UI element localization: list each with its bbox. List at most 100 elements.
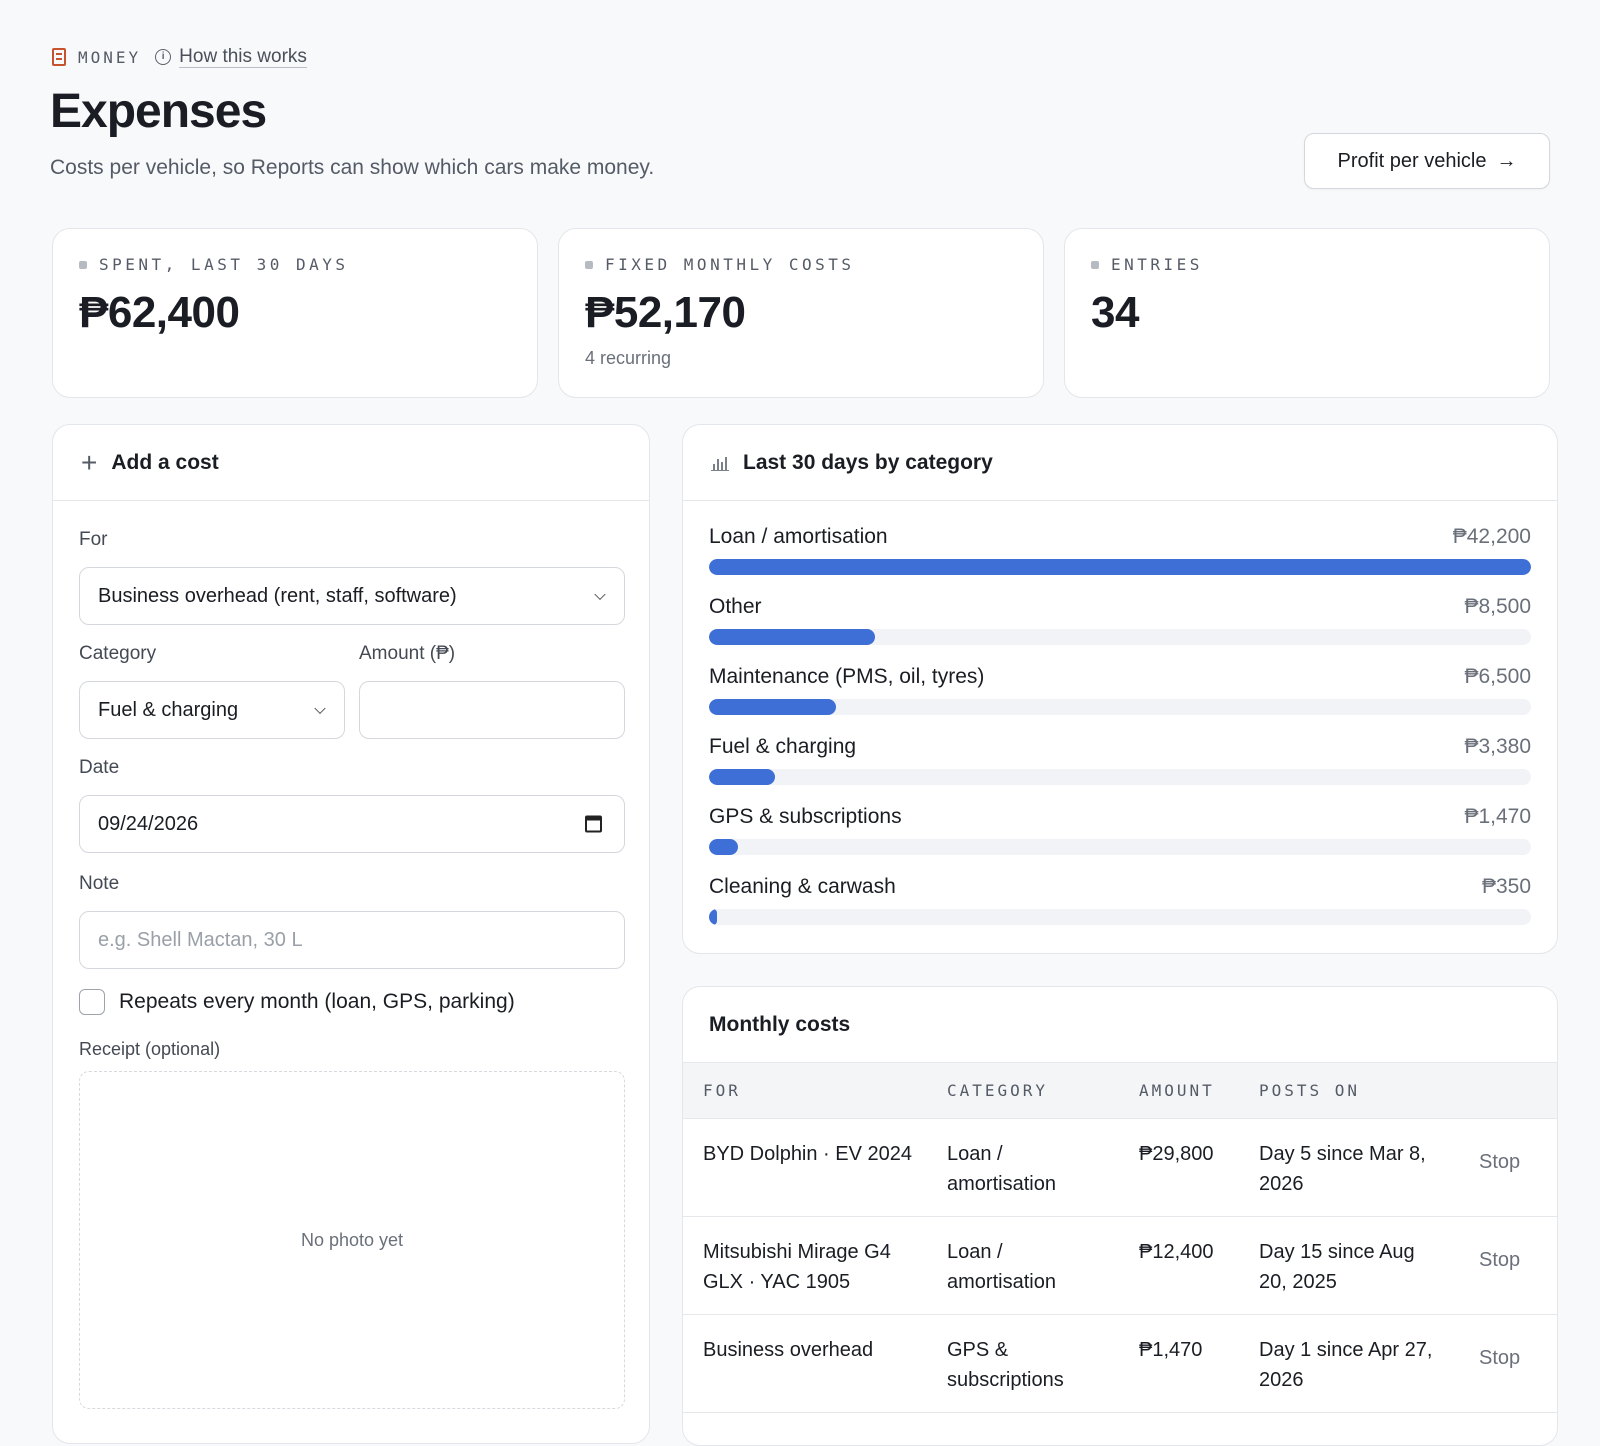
category-bar-row: Fuel & charging ₱3,380	[709, 735, 1531, 785]
note-input[interactable]: e.g. Shell Mactan, 30 L	[79, 911, 625, 969]
category-bar-row: GPS & subscriptions ₱1,470	[709, 805, 1531, 855]
stop-button[interactable]: Stop	[1479, 1147, 1520, 1177]
category-bar	[709, 909, 718, 925]
category-bar-row: Loan / amortisation ₱42,200	[709, 525, 1531, 575]
column-header: AMOUNT	[1139, 1081, 1215, 1100]
stop-button[interactable]: Stop	[1479, 1343, 1520, 1373]
category-name: Other	[709, 595, 762, 618]
cell-amount: ₱1,470	[1139, 1339, 1203, 1361]
receipt-empty-text: No photo yet	[300, 1229, 404, 1250]
category-bar-track	[709, 559, 1531, 575]
note-placeholder: e.g. Shell Mactan, 30 L	[98, 928, 303, 951]
cell-posts-on: Day 1 since Apr 27, 2026	[1259, 1339, 1433, 1391]
arrow-right-icon: →	[1496, 149, 1517, 172]
receipt-label: Receipt (optional)	[79, 1039, 221, 1059]
category-name: Cleaning & carwash	[709, 875, 896, 898]
category-bar-row: Maintenance (PMS, oil, tyres) ₱6,500	[709, 665, 1531, 715]
category-bar-track	[709, 909, 1531, 925]
stat-label: FIXED MONTHLY COSTS	[605, 255, 855, 274]
category-bar	[709, 629, 875, 645]
category-bar-track	[709, 839, 1531, 855]
category-bar-track	[709, 769, 1531, 785]
category-name: GPS & subscriptions	[709, 805, 902, 828]
cell-for: Mitsubishi Mirage G4 GLX · YAC 1905	[703, 1241, 891, 1293]
amount-input[interactable]	[359, 681, 625, 739]
category-amount: ₱8,500	[1464, 595, 1531, 618]
info-icon: i	[155, 49, 172, 65]
category-amount: ₱1,470	[1464, 805, 1531, 828]
cell-category: Loan / amortisation	[947, 1241, 1056, 1293]
category-breakdown-card: Last 30 days by category Loan / amortisa…	[682, 424, 1558, 954]
category-amount: ₱350	[1481, 875, 1531, 898]
add-cost-header: + Add a cost	[53, 425, 649, 501]
category-amount: ₱3,380	[1464, 735, 1531, 758]
help-link-label[interactable]: How this works	[179, 46, 307, 68]
note-label: Note	[79, 873, 120, 894]
category-bar-track	[709, 629, 1531, 645]
stat-value: ₱52,170	[585, 288, 746, 337]
stop-button[interactable]: Stop	[1479, 1245, 1520, 1275]
stat-card-spent: SPENT, LAST 30 DAYS ₱62,400	[52, 228, 538, 398]
receipt-dropzone[interactable]: No photo yet	[79, 1071, 625, 1409]
stat-value: ₱62,400	[79, 288, 240, 337]
stat-card-entries: ENTRIES 34	[1064, 228, 1550, 398]
column-header: CATEGORY	[947, 1081, 1049, 1100]
for-select[interactable]: Business overhead (rent, staff, software…	[79, 567, 625, 625]
cell-category: Loan / amortisation	[947, 1143, 1056, 1195]
profit-button-label: Profit per vehicle	[1337, 149, 1487, 172]
chevron-down-icon	[314, 702, 326, 715]
category-breakdown-title: Last 30 days by category	[743, 450, 993, 474]
category-bar-track	[709, 699, 1531, 715]
category-select[interactable]: Fuel & charging	[79, 681, 345, 739]
breadcrumb: MONEY i How this works	[52, 46, 307, 68]
category-bar-row: Other ₱8,500	[709, 595, 1531, 645]
for-label: For	[79, 529, 108, 550]
repeat-monthly-row[interactable]: Repeats every month (loan, GPS, parking)	[79, 989, 515, 1015]
stat-card-fixed: FIXED MONTHLY COSTS ₱52,170 4 recurring	[558, 228, 1044, 398]
calendar-icon[interactable]	[585, 815, 602, 833]
help-link[interactable]: i How this works	[155, 46, 307, 68]
category-amount: ₱6,500	[1464, 665, 1531, 688]
add-cost-title: Add a cost	[111, 450, 219, 474]
page-title: Expenses	[50, 85, 267, 138]
for-select-value: Business overhead (rent, staff, software…	[98, 584, 457, 607]
cell-for: Business overhead	[703, 1339, 874, 1361]
chevron-down-icon	[594, 588, 606, 601]
repeat-monthly-label[interactable]: Repeats every month (loan, GPS, parking)	[119, 990, 515, 1014]
category-bar-row: Cleaning & carwash ₱350	[709, 875, 1531, 925]
stat-value: 34	[1091, 288, 1139, 337]
category-breakdown-header: Last 30 days by category	[683, 425, 1557, 501]
cell-posts-on: Day 5 since Mar 8, 2026	[1259, 1143, 1426, 1195]
category-name: Loan / amortisation	[709, 525, 888, 548]
table-header: FOR CATEGORY AMOUNT POSTS ON	[683, 1063, 1557, 1119]
stat-label: SPENT, LAST 30 DAYS	[99, 255, 349, 274]
bar-chart-icon	[711, 455, 729, 471]
category-name: Fuel & charging	[709, 735, 857, 758]
profit-per-vehicle-button[interactable]: Profit per vehicle →	[1304, 133, 1550, 189]
monthly-costs-card: Monthly costs FOR CATEGORY AMOUNT POSTS …	[682, 986, 1558, 1446]
repeat-monthly-checkbox[interactable]	[79, 989, 105, 1015]
category-bar	[709, 839, 738, 855]
stat-label: ENTRIES	[1111, 255, 1203, 274]
table-row: Business overhead GPS & subscriptions ₱1…	[683, 1315, 1557, 1413]
stat-sub: 4 recurring	[585, 348, 672, 368]
column-header: FOR	[703, 1081, 741, 1100]
cell-posts-on: Day 15 since Aug 20, 2025	[1259, 1241, 1415, 1293]
category-bar	[709, 559, 1531, 575]
cell-amount: ₱12,400	[1139, 1241, 1214, 1263]
table-row: Mitsubishi Mirage G4 GLX · YAC 1905 Loan…	[683, 1217, 1557, 1315]
dot-icon	[1091, 260, 1099, 269]
plus-icon: +	[81, 446, 98, 478]
table-row: BYD Dolphin · EV 2024 Loan / amortisatio…	[683, 1119, 1557, 1217]
section-label: MONEY	[52, 48, 141, 67]
receipt-icon	[52, 48, 66, 66]
category-label: Category	[79, 643, 157, 664]
cell-category: GPS & subscriptions	[947, 1339, 1064, 1391]
cell-amount: ₱29,800	[1139, 1143, 1214, 1165]
cell-for: BYD Dolphin · EV 2024	[703, 1143, 913, 1165]
category-amount: ₱42,200	[1452, 525, 1531, 548]
category-bar	[709, 769, 775, 785]
date-input[interactable]: 09/24/2026	[79, 795, 625, 853]
category-bar	[709, 699, 836, 715]
page-subtitle: Costs per vehicle, so Reports can show w…	[50, 156, 655, 179]
